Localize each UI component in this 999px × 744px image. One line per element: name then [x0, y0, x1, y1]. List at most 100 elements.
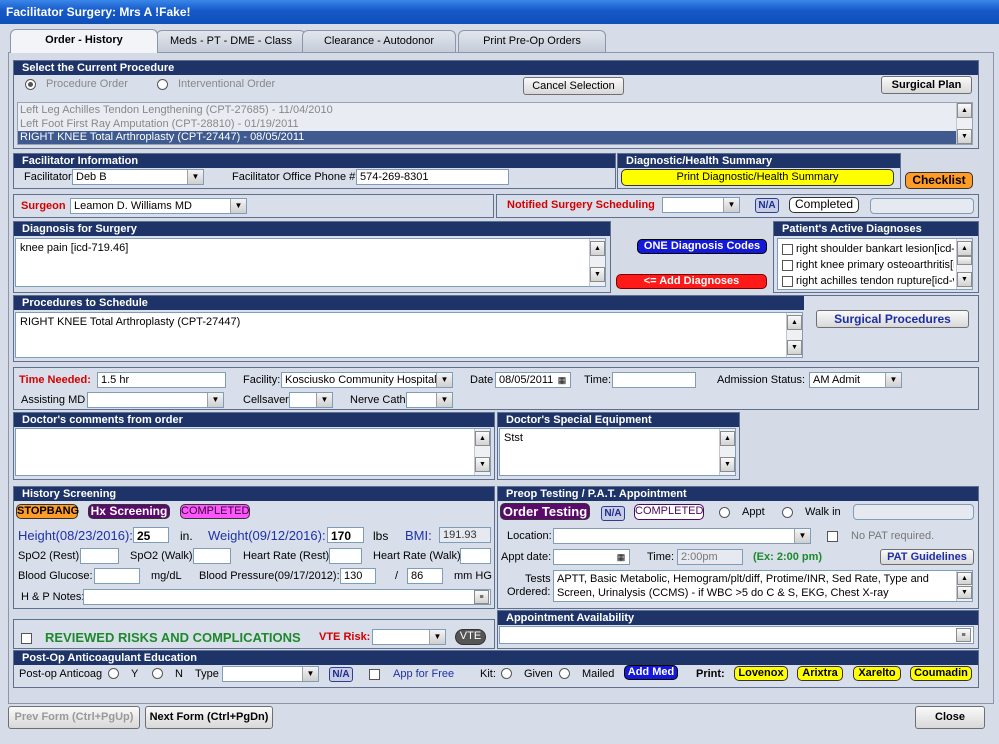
kit-given-radio[interactable] [501, 668, 512, 679]
glucose-input[interactable] [94, 568, 140, 584]
surgeon-select[interactable]: Leamon D. Williams MD ▼ [70, 198, 247, 214]
appointment-input[interactable] [499, 626, 974, 644]
admission-select[interactable]: AM Admit ▼ [809, 372, 902, 388]
one-diagnosis-codes-button[interactable]: ONE Diagnosis Codes [637, 239, 767, 254]
scroll-down-icon[interactable]: ▼ [720, 457, 735, 472]
coumadin-button[interactable]: Coumadin [910, 666, 972, 681]
list-item[interactable]: Left Foot First Ray Amputation (CPT-2881… [20, 118, 299, 130]
expand-icon[interactable]: ≡ [474, 590, 489, 604]
lovenox-button[interactable]: Lovenox [734, 666, 788, 681]
cancel-selection-button[interactable]: Cancel Selection [523, 77, 624, 95]
appt-time-input[interactable]: 2:00pm [677, 549, 743, 565]
vte-button[interactable]: VTE [455, 629, 486, 645]
active-dx-scrollbar[interactable]: ▲ ▼ [956, 239, 972, 289]
procedures-textarea[interactable]: RIGHT KNEE Total Arthroplasty (CPT-27447… [15, 312, 803, 358]
stopbang-button[interactable]: STOPBANG [16, 504, 79, 519]
vte-risk-select[interactable]: ▼ [372, 629, 446, 645]
tab-print-preop[interactable]: Print Pre-Op Orders [458, 30, 606, 52]
time-needed-input[interactable]: 1.5 hr [97, 372, 226, 388]
bp-diastolic-input[interactable]: 86 [407, 568, 443, 584]
scroll-thumb[interactable] [957, 256, 972, 265]
notified-scheduling-select[interactable]: ▼ [662, 197, 740, 213]
completed-date-input[interactable] [870, 198, 974, 214]
scroll-up-icon[interactable]: ▲ [957, 572, 972, 585]
expand-icon[interactable]: ≡ [956, 628, 971, 642]
anticoag-type-select[interactable]: ▼ [222, 666, 319, 682]
no-pat-checkbox[interactable] [827, 531, 838, 542]
procedure-list-scrollbar[interactable]: ▲ ▼ [956, 103, 972, 144]
bp-systolic-input[interactable]: 130 [340, 568, 376, 584]
calendar-icon[interactable]: ▦ [556, 374, 568, 386]
weight-input[interactable]: 170 [327, 527, 364, 543]
scroll-down-icon[interactable]: ▼ [957, 272, 972, 287]
print-diag-summary-button[interactable]: Print Diagnostic/Health Summary [621, 169, 894, 186]
cellsaver-select[interactable]: ▼ [289, 392, 333, 408]
active-dx-checkbox[interactable] [782, 276, 793, 287]
preop-completed-button[interactable]: COMPLETED [634, 504, 704, 520]
nerve-cath-select[interactable]: ▼ [406, 392, 453, 408]
anticoag-na-button[interactable]: N/A [329, 667, 353, 682]
scroll-down-icon[interactable]: ▼ [957, 129, 972, 144]
comments-scrollbar[interactable]: ▲ ▼ [474, 429, 490, 475]
scroll-up-icon[interactable]: ▲ [957, 103, 972, 118]
hr-walk-input[interactable] [460, 548, 491, 564]
prev-form-button[interactable]: Prev Form (Ctrl+PgUp) [8, 706, 140, 729]
active-dx-checkbox[interactable] [782, 260, 793, 271]
scroll-up-icon[interactable]: ▲ [787, 315, 802, 330]
scroll-down-icon[interactable]: ▼ [475, 457, 490, 472]
assisting-md-select[interactable]: ▼ [87, 392, 224, 408]
next-form-button[interactable]: Next Form (Ctrl+PgDn) [145, 706, 273, 729]
reviewed-risks-checkbox[interactable] [21, 633, 32, 644]
app-for-free-checkbox[interactable] [369, 669, 380, 680]
tab-clearance[interactable]: Clearance - Autodonor [302, 30, 456, 52]
interventional-order-radio[interactable] [157, 79, 168, 90]
scroll-up-icon[interactable]: ▲ [957, 241, 972, 256]
diagnosis-scrollbar[interactable]: ▲ ▼ [589, 239, 605, 286]
spo2-walk-input[interactable] [193, 548, 231, 564]
scroll-up-icon[interactable]: ▲ [720, 431, 735, 446]
location-select[interactable]: ▼ [553, 528, 811, 544]
comments-textarea[interactable] [15, 428, 491, 476]
scroll-up-icon[interactable]: ▲ [590, 241, 605, 256]
procedures-scrollbar[interactable]: ▲ ▼ [786, 313, 802, 357]
hp-notes-input[interactable] [83, 589, 491, 605]
procedure-order-radio[interactable] [25, 79, 36, 90]
hx-screening-button[interactable]: Hx Screening [88, 504, 170, 519]
list-item[interactable]: Left Leg Achilles Tendon Lengthening (CP… [20, 104, 333, 116]
surgical-plan-button[interactable]: Surgical Plan [881, 76, 972, 94]
time-input[interactable] [612, 372, 696, 388]
preop-na-button[interactable]: N/A [601, 506, 625, 521]
scroll-down-icon[interactable]: ▼ [590, 267, 605, 282]
surgical-procedures-button[interactable]: Surgical Procedures [816, 310, 969, 328]
tab-order-history[interactable]: Order - History [10, 29, 158, 53]
notified-na-button[interactable]: N/A [755, 198, 779, 213]
equipment-scrollbar[interactable]: ▲ ▼ [719, 429, 735, 475]
scroll-up-icon[interactable]: ▲ [475, 431, 490, 446]
pat-guidelines-button[interactable]: PAT Guidelines [880, 549, 974, 565]
checklist-button[interactable]: Checklist [905, 172, 973, 189]
xarelto-button[interactable]: Xarelto [853, 666, 901, 681]
phone-input[interactable]: 574-269-8301 [356, 169, 509, 185]
facility-select[interactable]: Kosciusko Community Hospital ▼ [281, 372, 453, 388]
list-item-selected[interactable]: RIGHT KNEE Total Arthroplasty (CPT-27447… [20, 131, 304, 143]
walk-in-radio[interactable] [782, 507, 793, 518]
order-testing-button[interactable]: Order Testing [500, 503, 590, 520]
close-button[interactable]: Close [915, 706, 985, 729]
history-completed-button[interactable]: COMPLETED [180, 504, 250, 519]
walk-in-input[interactable] [853, 504, 974, 520]
spo2-rest-input[interactable] [80, 548, 119, 564]
tests-scrollbar[interactable]: ▲ ▼ [956, 571, 972, 601]
calendar-icon[interactable]: ▦ [615, 551, 627, 563]
add-med-button[interactable]: Add Med [624, 665, 678, 680]
scroll-down-icon[interactable]: ▼ [957, 586, 972, 599]
appt-radio[interactable] [719, 507, 730, 518]
arixtra-button[interactable]: Arixtra [797, 666, 843, 681]
completed-button[interactable]: Completed [789, 197, 859, 213]
kit-mailed-radio[interactable] [559, 668, 570, 679]
facilitator-select[interactable]: Deb B ▼ [72, 169, 204, 185]
diagnosis-textarea[interactable]: knee pain [icd-719.46] [15, 238, 606, 287]
scroll-down-icon[interactable]: ▼ [787, 340, 802, 355]
add-diagnoses-button[interactable]: <= Add Diagnoses [616, 274, 767, 289]
equipment-textarea[interactable]: Stst [499, 428, 736, 476]
anticoag-no-radio[interactable] [152, 668, 163, 679]
